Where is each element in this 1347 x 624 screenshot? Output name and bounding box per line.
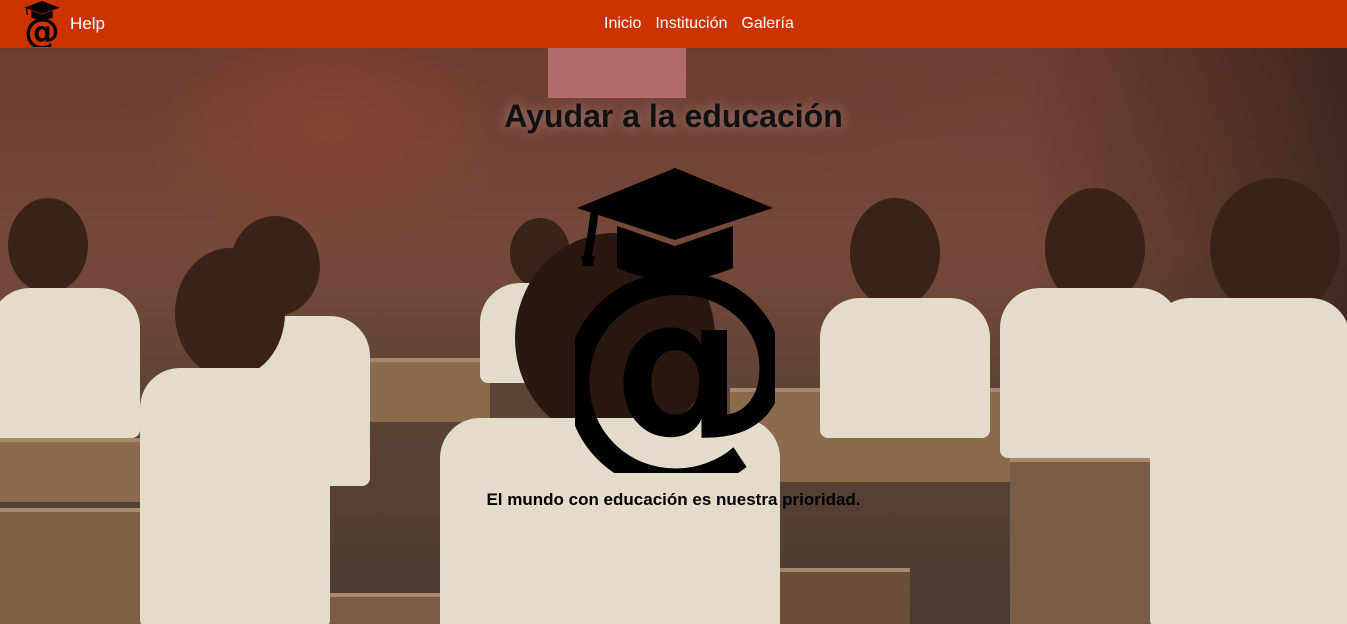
hero-subtitle: El mundo con educación es nuestra priori… bbox=[486, 490, 861, 509]
hero-title: Ayudar a la educación bbox=[504, 98, 843, 134]
navbar: @ Help Inicio Institución Galería bbox=[0, 0, 1347, 48]
graduation-cap-at-icon: @ bbox=[575, 168, 775, 473]
hero-section: Ayudar a la educación @ El mundo con edu… bbox=[0, 48, 1347, 624]
nav-link-inicio[interactable]: Inicio bbox=[597, 0, 648, 48]
brand-name: Help bbox=[70, 14, 105, 33]
brand-link[interactable]: @ Help bbox=[24, 1, 105, 47]
graduation-cap-at-icon: @ bbox=[24, 1, 60, 47]
nav-link-galeria[interactable]: Galería bbox=[734, 0, 800, 48]
nav-link-institucion[interactable]: Institución bbox=[648, 0, 734, 48]
main-nav: Inicio Institución Galería bbox=[597, 0, 801, 48]
svg-text:@: @ bbox=[575, 216, 775, 473]
svg-text:@: @ bbox=[24, 11, 59, 47]
